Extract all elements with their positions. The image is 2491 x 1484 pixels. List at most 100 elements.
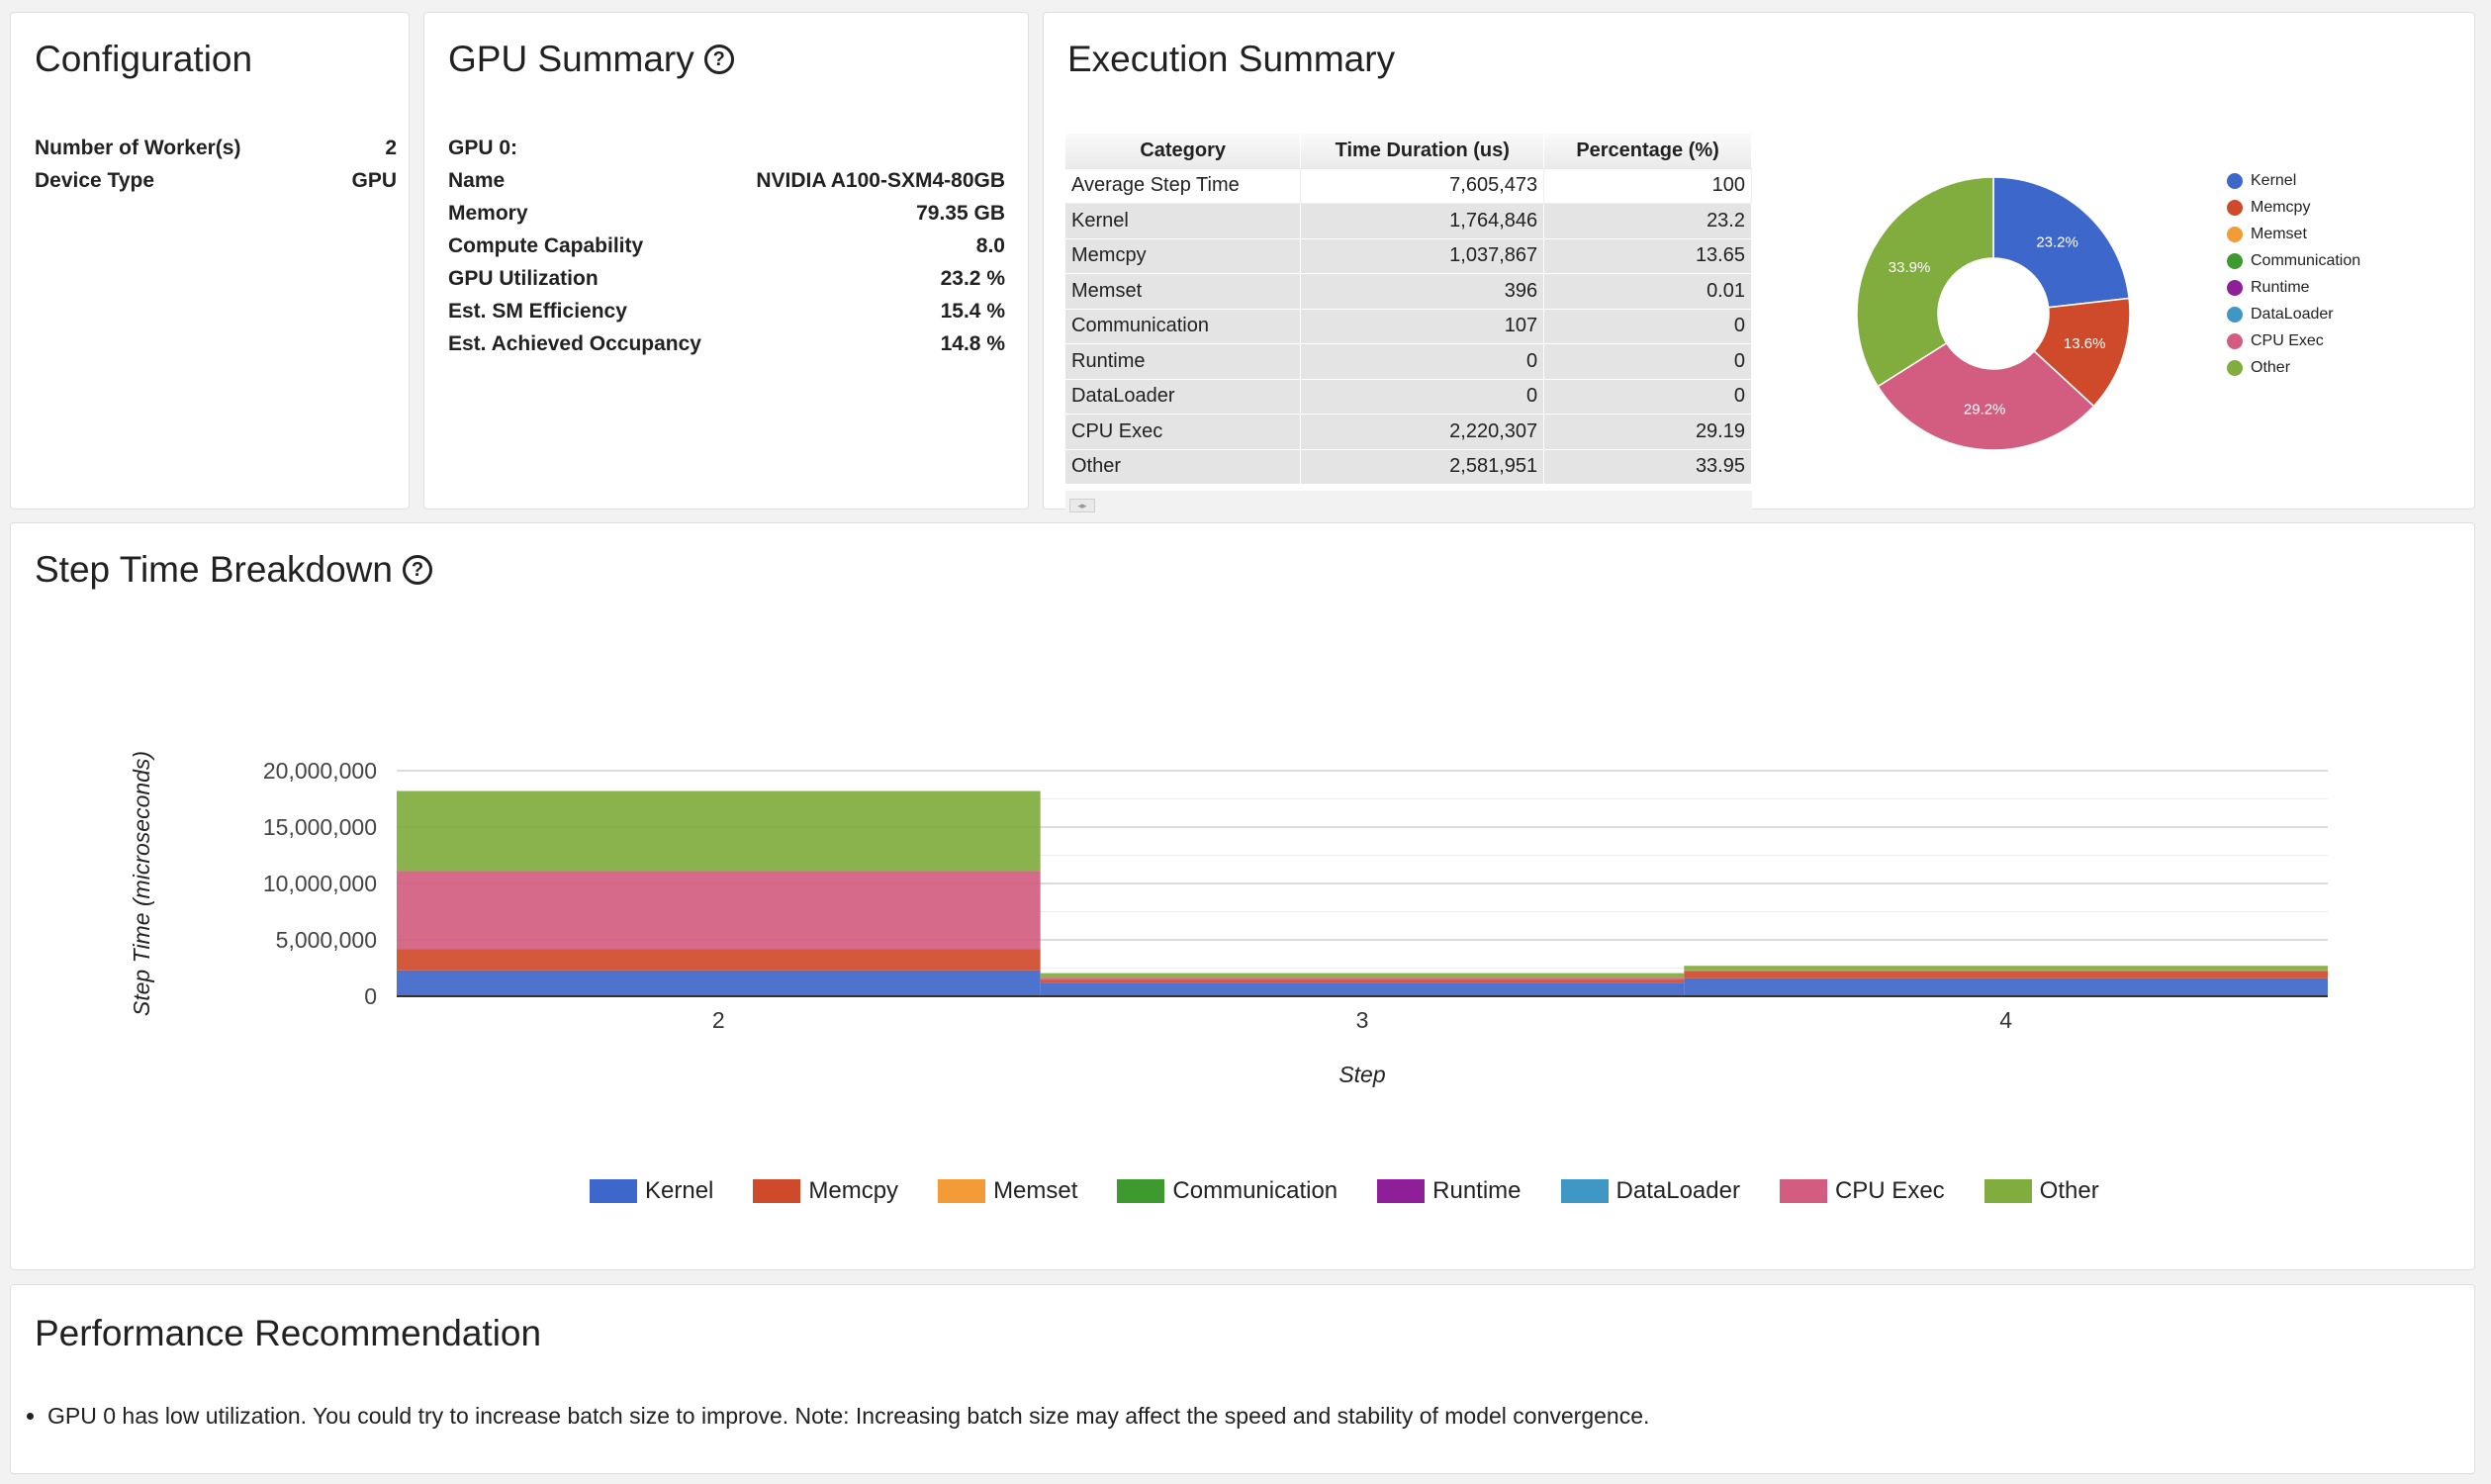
pie-legend-item-memset[interactable]: Memset bbox=[2227, 221, 2360, 247]
table-header-row: Category Time Duration (us) Percentage (… bbox=[1065, 134, 1752, 169]
performance-recommendation-title-text: Performance Recommendation bbox=[35, 1313, 542, 1353]
bar-segment-cpu-exec[interactable] bbox=[397, 871, 1041, 950]
execution-summary-card: Execution Summary Category Time Duration… bbox=[1043, 12, 2475, 520]
bar-legend-label: Memset bbox=[993, 1177, 1078, 1204]
pie-legend-item-dataloader[interactable]: DataLoader bbox=[2227, 301, 2360, 327]
bar-legend-item-kernel[interactable]: Kernel bbox=[590, 1177, 713, 1205]
x-axis-title: Step bbox=[1338, 1062, 1386, 1087]
gpu-label: GPU 0: bbox=[448, 136, 518, 159]
cell-duration: 7,605,473 bbox=[1300, 168, 1545, 204]
config-label: Number of Worker(s) bbox=[35, 136, 241, 159]
pie-legend-item-kernel[interactable]: Kernel bbox=[2227, 167, 2360, 194]
table-row[interactable]: Memset 396 0.01 bbox=[1065, 273, 1752, 310]
cell-duration: 2,220,307 bbox=[1300, 414, 1545, 450]
config-value: GPU bbox=[351, 168, 397, 192]
pie-legend-label: Memset bbox=[2251, 225, 2307, 242]
legend-swatch-icon bbox=[590, 1179, 637, 1203]
gpu-field-label: Memory bbox=[448, 201, 528, 225]
cell-category: DataLoader bbox=[1065, 379, 1302, 415]
bar-legend-item-communication[interactable]: Communication bbox=[1117, 1177, 1338, 1205]
help-circle-icon[interactable]: ? bbox=[703, 45, 734, 74]
bar-legend-label: CPU Exec bbox=[1834, 1177, 1945, 1204]
y-tick-label: 20,000,000 bbox=[263, 758, 377, 784]
bar-segment-cpu-exec[interactable] bbox=[1684, 970, 2328, 972]
table-row[interactable]: DataLoader 0 0 bbox=[1065, 379, 1752, 415]
scroll-arrows-icon[interactable]: ◂▸ bbox=[1069, 499, 1095, 512]
bar-legend-item-runtime[interactable]: Runtime bbox=[1377, 1177, 1522, 1205]
pie-legend-item-cpu-exec[interactable]: CPU Exec bbox=[2227, 327, 2360, 354]
execution-summary-title: Execution Summary bbox=[1067, 39, 1395, 80]
gpu-field-label: Compute Capability bbox=[448, 233, 644, 257]
performance-recommendation-card: Performance Recommendation bbox=[10, 1284, 2475, 1474]
bar-legend-item-memset[interactable]: Memset bbox=[938, 1177, 1077, 1205]
legend-dot-icon bbox=[2227, 306, 2243, 323]
pie-slice-label: 29.2% bbox=[1964, 402, 2006, 418]
y-tick-label: 10,000,000 bbox=[263, 871, 377, 896]
bar-legend-item-cpu-exec[interactable]: CPU Exec bbox=[1779, 1177, 1945, 1205]
pie-legend-item-runtime[interactable]: Runtime bbox=[2227, 274, 2360, 301]
legend-dot-icon bbox=[2227, 226, 2243, 242]
cell-percentage: 0 bbox=[1543, 343, 1752, 380]
gpu-field-label: Est. SM Efficiency bbox=[448, 299, 627, 323]
bar-chart-legend: Kernel Memcpy Memset Communication Runti… bbox=[590, 1177, 2139, 1205]
bar-legend-item-other[interactable]: Other bbox=[1984, 1177, 2099, 1205]
configuration-list: Number of Worker(s) 2 Device Type GPU bbox=[35, 132, 397, 197]
configuration-title: Configuration bbox=[35, 39, 252, 80]
table-row[interactable]: CPU Exec 2,220,307 29.19 bbox=[1065, 414, 1752, 450]
pie-slice-other[interactable] bbox=[1856, 176, 1994, 388]
bar-segment-memcpy[interactable] bbox=[1040, 979, 1685, 983]
bar-legend-item-dataloader[interactable]: DataLoader bbox=[1560, 1177, 1740, 1205]
configuration-card: Configuration Number of Worker(s) 2 Devi… bbox=[10, 12, 410, 510]
execution-summary-title-text: Execution Summary bbox=[1067, 39, 1396, 79]
cell-duration: 0 bbox=[1300, 379, 1545, 415]
table-row[interactable]: Memcpy 1,037,867 13.65 bbox=[1065, 238, 1752, 274]
gpu-row-name: Name NVIDIA A100-SXM4-80GB bbox=[448, 164, 1005, 197]
cell-duration: 396 bbox=[1300, 273, 1545, 310]
table-row[interactable]: Communication 107 0 bbox=[1065, 309, 1752, 344]
pie-legend-item-communication[interactable]: Communication bbox=[2227, 247, 2360, 274]
bar-legend-item-memcpy[interactable]: Memcpy bbox=[753, 1177, 898, 1205]
execution-pie-chart: 23.2% 13.6% 29.2% 33.9% bbox=[1856, 176, 2131, 451]
gpu-field-label: Est. Achieved Occupancy bbox=[448, 331, 701, 355]
bar-segment-other[interactable] bbox=[1040, 973, 1685, 978]
list-item: GPU 0 has low utilization. You could try… bbox=[47, 1403, 1649, 1430]
column-header-percentage[interactable]: Percentage (%) bbox=[1543, 134, 1752, 169]
table-row[interactable]: Kernel 1,764,846 23.2 bbox=[1065, 203, 1752, 239]
bar-segment-other[interactable] bbox=[397, 790, 1041, 872]
help-circle-icon[interactable]: ? bbox=[402, 555, 432, 585]
cell-category: Communication bbox=[1065, 309, 1302, 344]
step-time-breakdown-card: Step Time Breakdown ? 0 5,000,000 10,000,0… bbox=[10, 522, 2475, 1270]
bar-segment-kernel[interactable] bbox=[397, 970, 1041, 996]
bar-segment-kernel[interactable] bbox=[1684, 977, 2328, 996]
column-header-category[interactable]: Category bbox=[1065, 134, 1302, 169]
gpu-field-value: 23.2 % bbox=[940, 266, 1005, 290]
pie-legend-item-other[interactable]: Other bbox=[2227, 354, 2360, 381]
legend-dot-icon bbox=[2227, 332, 2243, 349]
pie-legend-item-memcpy[interactable]: Memcpy bbox=[2227, 194, 2360, 221]
legend-swatch-icon bbox=[938, 1179, 986, 1203]
table-scrollbar[interactable]: ◂▸ bbox=[1065, 491, 1752, 520]
bar-legend-label: Kernel bbox=[645, 1177, 714, 1204]
cell-percentage: 0 bbox=[1543, 309, 1752, 344]
pie-legend-label: Kernel bbox=[2251, 171, 2297, 189]
column-header-duration[interactable]: Time Duration (us) bbox=[1300, 134, 1545, 169]
bar-legend-label: Other bbox=[2039, 1177, 2099, 1204]
config-value: 2 bbox=[385, 136, 397, 159]
step-time-breakdown-title-text: Step Time Breakdown bbox=[35, 549, 393, 590]
table-row[interactable]: Runtime 0 0 bbox=[1065, 343, 1752, 380]
bar-segment-memcpy[interactable] bbox=[1684, 971, 2328, 978]
cell-percentage: 13.65 bbox=[1543, 238, 1752, 274]
cell-category: Other bbox=[1065, 449, 1302, 485]
gpu-field-value: 8.0 bbox=[975, 233, 1005, 257]
recommendation-list: GPU 0 has low utilization. You could try… bbox=[47, 1403, 1649, 1430]
cell-duration: 1,037,867 bbox=[1300, 238, 1545, 274]
table-row[interactable]: Other 2,581,951 33.95 bbox=[1065, 449, 1752, 485]
configuration-title-text: Configuration bbox=[35, 39, 253, 79]
step-time-bar-chart: 0 5,000,000 10,000,000 15,000,000 20,000,000… bbox=[129, 751, 2328, 1087]
bar-segment-other[interactable] bbox=[1684, 966, 2328, 971]
bar-segment-memcpy[interactable] bbox=[397, 949, 1041, 971]
table-row[interactable]: Average Step Time 7,605,473 100 bbox=[1065, 168, 1752, 204]
bar-segment-kernel[interactable] bbox=[1040, 982, 1685, 996]
bar-legend-label: Memcpy bbox=[808, 1177, 899, 1204]
bar-segment-cpu-exec[interactable] bbox=[1040, 977, 1685, 980]
